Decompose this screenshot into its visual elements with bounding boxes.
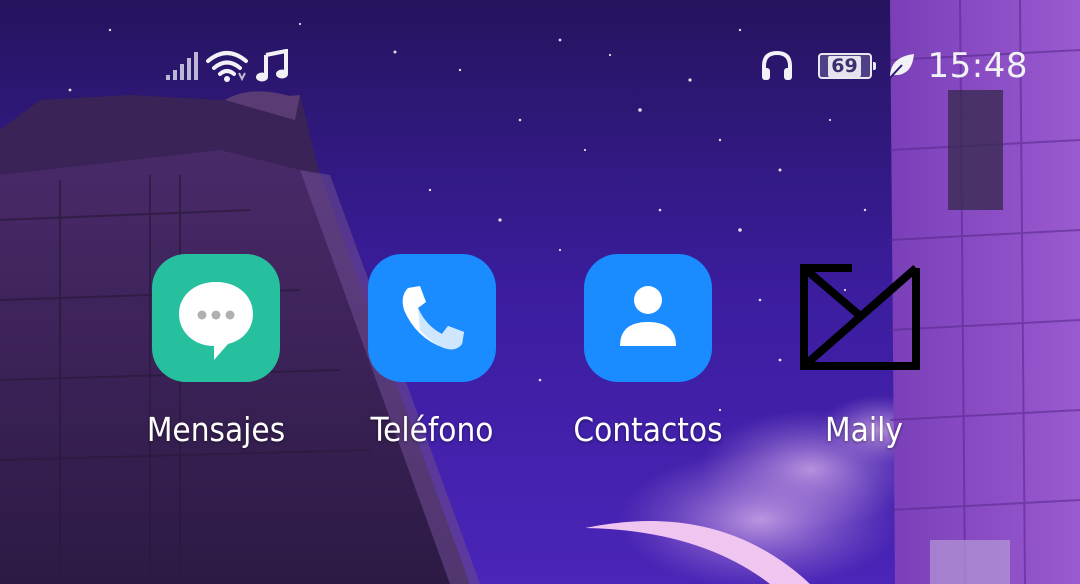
app-mensajes[interactable]: Mensajes — [106, 254, 326, 452]
maily-icon[interactable] — [800, 254, 928, 382]
app-label-maily: Maily — [825, 410, 903, 449]
app-contactos[interactable]: Contactos — [538, 254, 758, 452]
app-grid: Mensajes Teléfono Contactos Maily — [0, 0, 1080, 584]
app-maily[interactable]: Maily — [754, 254, 974, 452]
messages-icon[interactable] — [152, 254, 280, 382]
app-label-mensajes: Mensajes — [146, 410, 286, 449]
app-label-telefono: Teléfono — [370, 410, 494, 449]
app-telefono[interactable]: Teléfono — [322, 254, 542, 452]
app-label-contactos: Contactos — [573, 410, 723, 449]
contacts-icon[interactable] — [584, 254, 712, 382]
phone-icon[interactable] — [368, 254, 496, 382]
